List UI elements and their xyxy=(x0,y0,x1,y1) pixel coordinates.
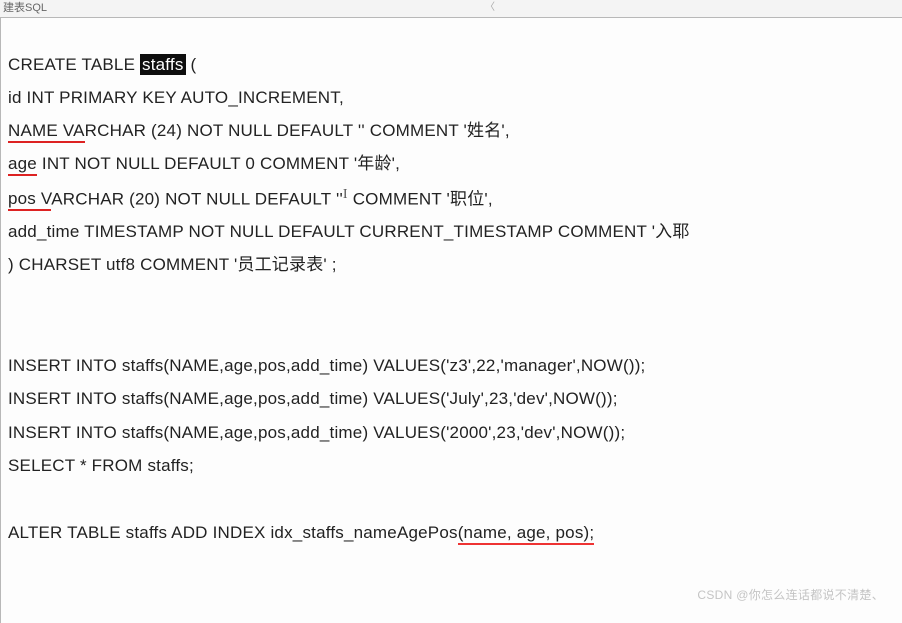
code-line: id INT PRIMARY KEY AUTO_INCREMENT, xyxy=(8,81,894,114)
code-line: ) CHARSET utf8 COMMENT '员工记录表' ; xyxy=(8,248,894,281)
code-line: SELECT * FROM staffs; xyxy=(8,449,894,482)
underlined-pos: pos V xyxy=(8,189,51,211)
code-line: INSERT INTO staffs(NAME,age,pos,add_time… xyxy=(8,349,894,382)
code-line: pos VARCHAR (20) NOT NULL DEFAULT ''I CO… xyxy=(8,181,894,215)
underlined-name: NAME VA xyxy=(8,121,85,143)
code-line: INSERT INTO staffs(NAME,age,pos,add_time… xyxy=(8,382,894,415)
code-line: CREATE TABLE staffs ( xyxy=(8,48,894,81)
highlighted-text: staffs xyxy=(140,54,186,75)
code-line: NAME VARCHAR (24) NOT NULL DEFAULT '' CO… xyxy=(8,114,894,147)
tab-label[interactable]: 建表SQL xyxy=(3,2,47,14)
tab-bar: 建表SQL 〈 xyxy=(0,0,902,18)
underlined-age: age xyxy=(8,154,37,176)
code-line: add_time TIMESTAMP NOT NULL DEFAULT CURR… xyxy=(8,215,894,248)
code-line: age INT NOT NULL DEFAULT 0 COMMENT '年龄', xyxy=(8,147,894,180)
scroll-indicator: 〈 xyxy=(485,0,495,16)
code-line: INSERT INTO staffs(NAME,age,pos,add_time… xyxy=(8,416,894,449)
underlined-index-cols: (name, age, pos); xyxy=(458,523,595,545)
watermark: CSDN @你怎么连话都说不清楚、 xyxy=(697,586,884,603)
code-line: ALTER TABLE staffs ADD INDEX idx_staffs_… xyxy=(8,516,894,549)
